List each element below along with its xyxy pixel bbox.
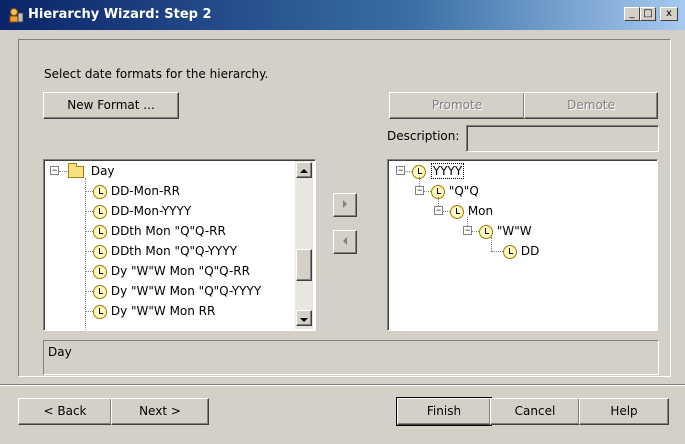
selected-node-label: YYYY [430,163,465,179]
collapse-icon[interactable]: − [50,166,59,175]
description-field[interactable] [466,125,659,152]
demote-button[interactable]: Demote [524,92,658,119]
status-text: Day [48,345,72,359]
clock-icon [93,244,107,259]
arrow-right-icon [343,200,347,208]
scroll-thumb[interactable] [296,249,312,281]
clock-icon [93,184,107,199]
tree-node-level-3[interactable]: Mon [450,201,493,221]
promote-button[interactable]: Promote [389,92,525,119]
new-format-button[interactable]: New Format ... [43,92,179,119]
finish-button[interactable]: Finish [396,397,492,426]
promote-label: Promote [431,98,483,112]
maximize-button[interactable]: □ [640,7,656,21]
clock-icon [93,204,107,219]
clock-icon [450,204,464,219]
demote-label: Demote [567,98,615,112]
description-label: Description: [387,129,460,143]
collapse-icon[interactable]: − [434,206,443,215]
clock-icon [503,244,517,259]
move-left-button[interactable] [333,230,357,254]
wizard-icon [9,8,24,23]
list-item[interactable]: DD-Mon-RR [93,181,180,201]
available-formats-tree[interactable]: − Day DD-Mon-RR DD-Mon-YYYY DDth Mon "Q"… [43,159,316,331]
status-field: Day [43,340,659,375]
collapse-icon[interactable]: − [463,226,472,235]
minimize-button[interactable]: _ [624,7,640,21]
window-title: Hierarchy Wizard: Step 2 [28,7,212,22]
clock-icon [93,284,107,299]
list-item[interactable]: Dy "W"W Mon "Q"Q-YYYY [93,281,261,301]
scroll-down-button[interactable] [296,310,312,326]
clock-icon [93,224,107,239]
collapse-icon[interactable]: − [415,186,424,195]
collapse-icon[interactable]: − [396,166,405,175]
list-item[interactable]: DD-Mon-YYYY [93,201,191,221]
separator [0,384,685,386]
instruction-label: Select date formats for the hierarchy. [44,67,269,81]
help-button[interactable]: Help [579,398,669,425]
tree-root-day[interactable]: Day [68,161,115,181]
new-format-label: New Format ... [67,98,155,112]
list-item[interactable]: DDth Mon "Q"Q-RR [93,221,226,241]
next-button[interactable]: Next > [111,398,209,425]
list-item[interactable]: Dy "W"W Mon RR [93,301,215,321]
tree-node-level-4[interactable]: "W"W [479,221,532,241]
arrow-up-icon [300,169,308,173]
title-bar[interactable]: Hierarchy Wizard: Step 2 _ □ x [0,0,685,30]
list-item[interactable]: DDth Mon "Q"Q-YYYY [93,241,237,261]
arrow-left-icon [343,237,347,245]
clock-icon [93,304,107,319]
move-right-button[interactable] [333,193,357,217]
close-button[interactable]: x [660,7,678,21]
arrow-down-icon [300,318,308,322]
scroll-up-button[interactable] [296,162,312,178]
clock-icon [93,264,107,279]
cancel-button[interactable]: Cancel [490,398,580,425]
folder-icon [68,162,84,178]
tree-node-level-5[interactable]: DD [503,241,539,261]
list-item[interactable]: Dy "W"W Mon "Q"Q-RR [93,261,250,281]
back-button[interactable]: < Back [18,398,112,425]
tree-root-label: Day [90,164,115,178]
vertical-scrollbar[interactable] [295,161,313,329]
hierarchy-tree[interactable]: − YYYY − "Q"Q − Mon − "W"W DD [387,159,658,331]
